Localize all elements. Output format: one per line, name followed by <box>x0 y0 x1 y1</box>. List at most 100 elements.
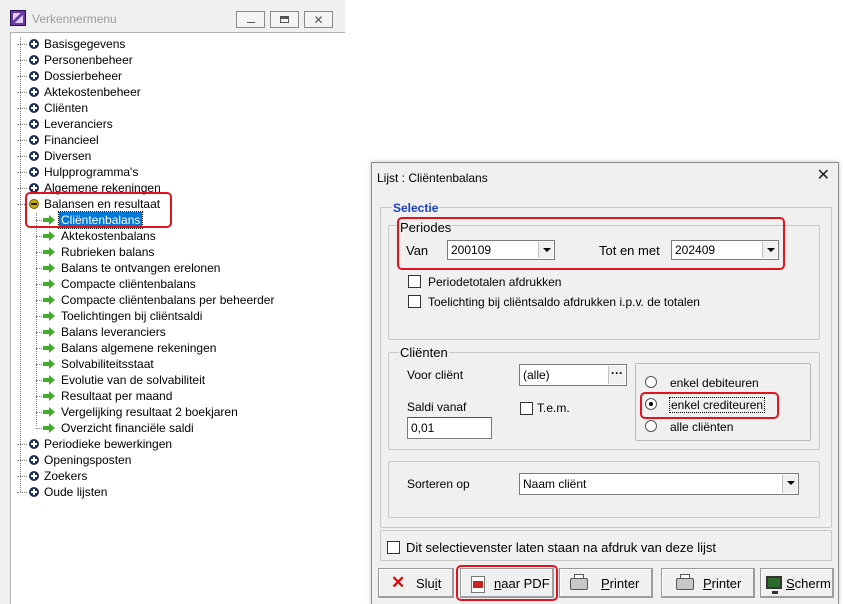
tree-leaf-label: Vergelijking resultaat 2 boekjaren <box>61 405 238 419</box>
naar-pdf-button[interactable]: naar PDF <box>460 568 554 598</box>
expand-plus-icon[interactable] <box>29 471 39 481</box>
tree-branch <box>36 252 42 253</box>
close-x-icon: ✕ <box>391 573 406 592</box>
expand-plus-icon[interactable] <box>29 55 39 65</box>
tree-branch <box>36 284 42 285</box>
tree-guide-line <box>20 37 21 492</box>
tree-node-label: Hulpprogramma's <box>44 165 139 179</box>
monitor-icon <box>766 576 782 594</box>
naar-pdf-label: naar PDF <box>494 576 550 591</box>
sorteren-op-value: Naam cliënt <box>523 477 587 491</box>
chevron-down-icon[interactable] <box>782 475 797 493</box>
app-icon <box>10 10 26 26</box>
tree-branch <box>36 380 42 381</box>
tree-node-label: Leveranciers <box>44 117 113 131</box>
printer-button-1[interactable]: Printer <box>559 568 653 598</box>
keep-open-label: Dit selectievenster laten staan na afdru… <box>406 540 717 555</box>
tree-node-label: Openingsposten <box>44 453 132 467</box>
chevron-down-icon[interactable] <box>538 242 553 258</box>
verkennermenu-window: Verkennermenu ✕ Basisgegevens Personenbe… <box>0 0 345 604</box>
tree-branch <box>36 332 42 333</box>
chevron-down-icon[interactable] <box>762 242 777 258</box>
printer-label-2: Printer <box>703 576 742 591</box>
tree-branch <box>36 268 42 269</box>
tree-branch <box>17 156 27 157</box>
browse-button[interactable]: ··· <box>608 366 625 384</box>
saldi-vanaf-input[interactable]: 0,01 <box>407 417 492 439</box>
collapse-minus-icon[interactable] <box>29 199 39 209</box>
radio-label-crediteuren: enkel crediteuren <box>668 397 766 413</box>
tree-leaf-label: Solvabiliteitsstaat <box>61 357 154 371</box>
scherm-button[interactable]: Scherm <box>760 568 834 598</box>
tree-leaf-label: Evolutie van de solvabiliteit <box>61 373 206 387</box>
periodes-label: Periodes <box>399 220 453 235</box>
close-button[interactable]: ✕ <box>304 11 333 28</box>
expand-plus-icon[interactable] <box>29 183 39 193</box>
tem-checkbox[interactable] <box>520 402 533 415</box>
tree-branch <box>36 428 42 429</box>
voor-client-label: Voor cliënt <box>407 368 464 382</box>
close-icon[interactable]: ✕ <box>817 168 830 184</box>
tot-en-met-combo[interactable]: 202409 <box>671 240 779 260</box>
tree-branch <box>17 204 27 205</box>
tree-branch <box>17 492 27 493</box>
scherm-label: Scherm <box>786 576 831 591</box>
expand-plus-icon[interactable] <box>29 455 39 465</box>
tree-node-label: Financieel <box>44 133 99 147</box>
green-arrow-icon <box>43 311 56 321</box>
radio-enkel-crediteuren[interactable] <box>645 398 657 410</box>
periodetotalen-checkbox[interactable] <box>408 275 421 288</box>
tree-branch <box>17 140 27 141</box>
minimize-button[interactable] <box>236 11 265 28</box>
expand-plus-icon[interactable] <box>29 71 39 81</box>
expand-plus-icon[interactable] <box>29 39 39 49</box>
green-arrow-icon <box>43 263 56 273</box>
tree-leaf-label: Balans algemene rekeningen <box>61 341 217 355</box>
restore-button[interactable] <box>270 11 299 28</box>
tree-node-label: Personenbeheer <box>44 53 133 67</box>
expand-plus-icon[interactable] <box>29 119 39 129</box>
expand-plus-icon[interactable] <box>29 103 39 113</box>
expand-plus-icon[interactable] <box>29 439 39 449</box>
expand-plus-icon[interactable] <box>29 87 39 97</box>
sorteren-op-combo[interactable]: Naam cliënt <box>519 473 799 495</box>
van-combo[interactable]: 200109 <box>447 240 555 260</box>
tree-leaf-label: Balans leveranciers <box>61 325 166 339</box>
tree-branch <box>17 476 27 477</box>
keep-open-checkbox[interactable] <box>387 541 400 554</box>
green-arrow-icon <box>43 279 56 289</box>
printer-button-2[interactable]: Printer <box>661 568 755 598</box>
tree-branch <box>36 364 42 365</box>
radio-alle-clienten[interactable] <box>645 420 657 432</box>
tree-branch <box>36 348 42 349</box>
green-arrow-icon <box>43 359 56 369</box>
expand-plus-icon[interactable] <box>29 487 39 497</box>
expand-plus-icon[interactable] <box>29 167 39 177</box>
toelichting-checkbox[interactable] <box>408 295 421 308</box>
tree-branch <box>17 124 27 125</box>
green-arrow-icon <box>43 407 56 417</box>
tree-branch <box>17 76 27 77</box>
tree-node-label: Balansen en resultaat <box>44 197 161 211</box>
tree-branch <box>17 44 27 45</box>
voor-client-field[interactable]: (alle) ··· <box>519 364 627 386</box>
tree-branch <box>17 172 27 173</box>
radio-label-debiteuren: enkel debiteuren <box>670 376 759 390</box>
voor-client-value: (alle) <box>523 368 550 382</box>
green-arrow-icon <box>43 327 56 337</box>
tree-branch <box>17 108 27 109</box>
dialog-title: Lijst : Cliëntenbalans <box>377 171 488 185</box>
expand-plus-icon[interactable] <box>29 151 39 161</box>
tem-label: T.e.m. <box>537 401 570 415</box>
tree-branch <box>36 300 42 301</box>
window-title: Verkennermenu <box>32 12 117 26</box>
tree-node-label: Cliënten <box>44 101 89 115</box>
tree-node-label: Oude lijsten <box>44 485 108 499</box>
tree-branch <box>17 92 27 93</box>
sluit-button[interactable]: ✕ Sluit <box>378 568 454 598</box>
van-value: 200109 <box>451 243 492 257</box>
close-icon: ✕ <box>313 12 324 27</box>
tree-node-label: Zoekers <box>44 469 88 483</box>
radio-enkel-debiteuren[interactable] <box>645 376 657 388</box>
expand-plus-icon[interactable] <box>29 135 39 145</box>
